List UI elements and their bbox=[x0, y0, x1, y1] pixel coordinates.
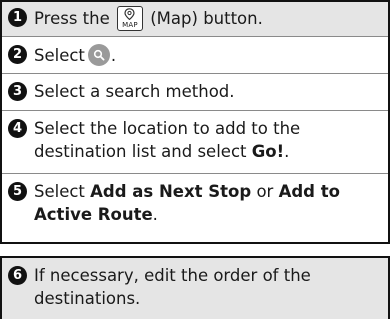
step-6-text: If necessary, edit the order of the dest… bbox=[34, 264, 382, 310]
step-4-text: Select the location to add to the destin… bbox=[34, 117, 382, 163]
go-label: Go! bbox=[251, 142, 285, 161]
step-number-2: 2 bbox=[8, 45, 27, 64]
step-number-1: 1 bbox=[8, 8, 27, 27]
step-4-line-1: Select the location to add to the bbox=[34, 119, 301, 138]
map-button-caption: MAP bbox=[122, 20, 138, 29]
step-number-3: 3 bbox=[8, 82, 27, 101]
add-as-next-stop-label: Add as Next Stop bbox=[90, 182, 252, 201]
step-5: 5 Select Add as Next Stop or Add to Acti… bbox=[2, 174, 388, 238]
steps-box: 1 Press the MAP (Map) button. 2 Select .… bbox=[0, 0, 390, 244]
step-1: 1 Press the MAP (Map) button. bbox=[2, 2, 388, 36]
step-number-6: 6 bbox=[8, 266, 27, 285]
step-3-text: Select a search method. bbox=[34, 82, 235, 101]
step-5-line-2: Active Route. bbox=[34, 203, 382, 226]
step-4: 4 Select the location to add to the dest… bbox=[2, 111, 388, 173]
step-4-line-2: destination list and select Go!. bbox=[34, 140, 382, 163]
step-5-text: Select Add as Next Stop or Add to Active… bbox=[34, 180, 382, 226]
step-2-pre: Select bbox=[34, 46, 85, 65]
step-2-text: Select . bbox=[34, 44, 382, 67]
map-pin-icon bbox=[124, 7, 135, 20]
step-3: 3 Select a search method. bbox=[2, 74, 388, 110]
step-1-text: Press the MAP (Map) button. bbox=[34, 5, 382, 31]
step-6-box: 6 If necessary, edit the order of the de… bbox=[0, 256, 390, 319]
step-2-post: . bbox=[110, 46, 117, 65]
search-magnifier-icon bbox=[93, 49, 105, 61]
step-4-line-2-post: . bbox=[284, 142, 290, 161]
map-button-icon: MAP bbox=[117, 5, 143, 31]
step-6-line-2: destinations. bbox=[34, 289, 141, 308]
step-6: 6 If necessary, edit the order of the de… bbox=[2, 258, 388, 319]
add-to-label: Add to bbox=[278, 182, 340, 201]
step-6-line-1: If necessary, edit the order of the bbox=[34, 266, 311, 285]
step-1-post: (Map) button. bbox=[150, 9, 263, 28]
step-number-5: 5 bbox=[8, 182, 27, 201]
step-2: 2 Select . bbox=[2, 37, 388, 73]
step-4-line-2-pre: destination list and select bbox=[34, 142, 247, 161]
active-route-label: Active Route bbox=[34, 205, 153, 224]
step-5-line-2-post: . bbox=[152, 205, 158, 224]
step-5-mid: or bbox=[256, 182, 274, 201]
step-5-line-1: Select Add as Next Stop or Add to bbox=[34, 180, 382, 203]
step-number-4: 4 bbox=[8, 119, 27, 138]
step-1-pre: Press the bbox=[34, 9, 110, 28]
instruction-page: 1 Press the MAP (Map) button. 2 Select .… bbox=[0, 0, 390, 319]
search-button-icon bbox=[87, 44, 110, 66]
step-5-pre: Select bbox=[34, 182, 85, 201]
